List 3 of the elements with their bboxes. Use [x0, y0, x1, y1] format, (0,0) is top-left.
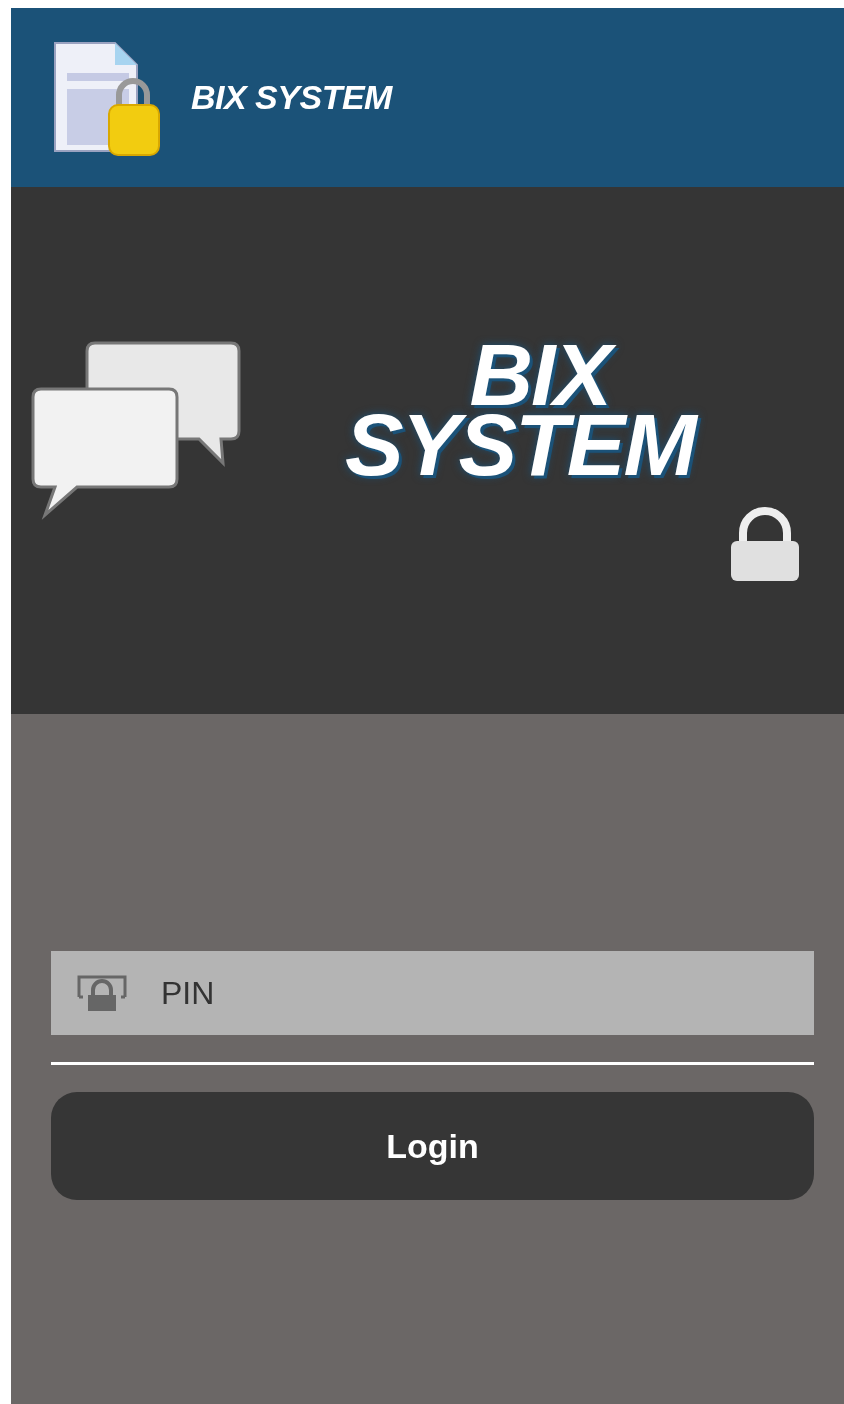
app-title: BIX SYSTEM — [191, 78, 392, 117]
login-button[interactable]: Login — [51, 1092, 814, 1200]
pin-field[interactable]: PIN — [51, 951, 814, 1035]
